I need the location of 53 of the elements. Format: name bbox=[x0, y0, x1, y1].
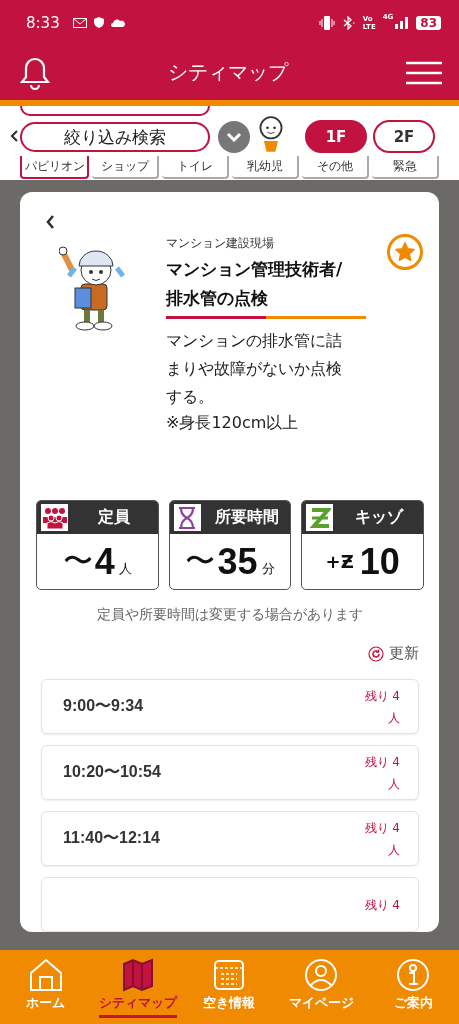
category-tab[interactable]: 緊急 bbox=[372, 156, 439, 179]
refresh-icon bbox=[368, 645, 384, 662]
vibrate-icon bbox=[318, 15, 335, 30]
time-slot-item[interactable]: 10:20〜10:54 残り 4人 bbox=[41, 745, 419, 800]
group-icon bbox=[42, 506, 67, 529]
cloud-icon bbox=[110, 18, 125, 27]
battery-indicator: 83 bbox=[416, 15, 441, 30]
slot-time: 10:20〜10:54 bbox=[63, 762, 161, 782]
description-text: マンションの排水管に詰まりや故障がないか点検する。 bbox=[166, 330, 343, 408]
screen-title: シティマップ bbox=[167, 59, 288, 86]
time-slot-item[interactable]: 残り 4 bbox=[41, 877, 419, 932]
signal-icon bbox=[395, 16, 410, 29]
info-icon bbox=[395, 956, 432, 993]
menu-icon[interactable] bbox=[405, 60, 443, 85]
refresh-button[interactable]: 更新 bbox=[368, 644, 419, 663]
slot-time: 11:40〜12:14 bbox=[63, 828, 160, 848]
back-icon[interactable] bbox=[45, 214, 55, 230]
status-time: 8:33 bbox=[26, 13, 60, 32]
stat-label: キッゾ bbox=[354, 507, 405, 528]
floor-tab[interactable]: 2F bbox=[373, 120, 435, 153]
category-tab[interactable]: ショップ bbox=[92, 156, 159, 179]
stat-value: 〜4 人 bbox=[61, 539, 133, 584]
chevron-down-icon bbox=[226, 132, 242, 142]
stat-value: 〜35 分 bbox=[184, 539, 276, 584]
star-icon bbox=[394, 241, 416, 263]
expand-button[interactable] bbox=[218, 121, 250, 153]
category-tab[interactable]: 乳幼児 bbox=[232, 156, 299, 179]
category-label: マンション建設現場 bbox=[166, 236, 275, 251]
height-note: ※身長120cm以上 bbox=[166, 412, 300, 434]
home-icon bbox=[27, 956, 64, 993]
notice-text: 定員や所要時間は変更する場合があります bbox=[96, 606, 364, 624]
category-tab[interactable]: パビリオン bbox=[20, 156, 89, 179]
filter-search-button[interactable]: 絞り込み検索 bbox=[20, 122, 210, 152]
stat-label: 所要時間 bbox=[213, 507, 280, 528]
bell-icon[interactable] bbox=[20, 55, 50, 90]
remaining-count: 残り 4人 bbox=[363, 687, 400, 727]
shield-icon bbox=[93, 17, 104, 28]
mail-icon bbox=[72, 17, 87, 28]
bluetooth-icon bbox=[341, 15, 356, 30]
kidzo-currency-icon bbox=[308, 505, 331, 530]
remaining-count: 残り 4人 bbox=[363, 753, 400, 793]
remaining-count: 残り 4人 bbox=[363, 819, 400, 859]
category-tab[interactable]: その他 bbox=[302, 156, 369, 179]
chevron-left-icon[interactable] bbox=[10, 130, 18, 142]
slot-time: 9:00〜9:34 bbox=[63, 696, 144, 716]
floor-tab[interactable]: 1F bbox=[305, 120, 367, 153]
profile-icon bbox=[303, 956, 340, 993]
time-slot-item[interactable]: 11:40〜12:14 残り 4人 bbox=[41, 811, 419, 866]
detail-title: マンション管理技術者/ 排水管の点検 bbox=[166, 258, 344, 310]
time-slot-item[interactable]: 9:00〜9:34 残り 4人 bbox=[41, 679, 419, 734]
remaining-count: 残り 4 bbox=[363, 896, 400, 914]
stat-label: 定員 bbox=[96, 507, 131, 528]
category-tab[interactable]: トイレ bbox=[162, 156, 229, 179]
